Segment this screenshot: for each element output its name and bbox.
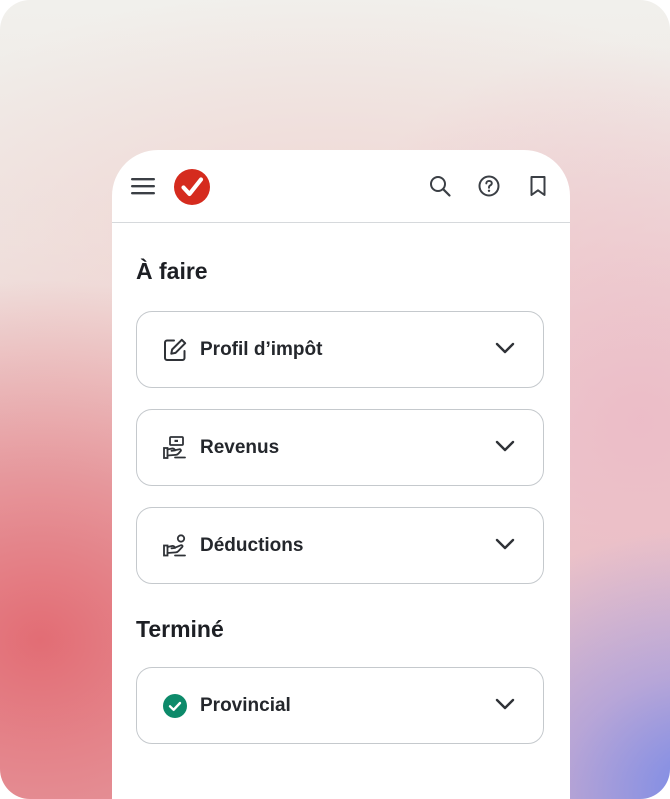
- hand-person-icon: [163, 534, 186, 557]
- phone-screen: À faire Profil d’impôt Revenus Déduction…: [112, 150, 570, 799]
- hand-money-icon: [163, 436, 186, 459]
- chevron-down-icon[interactable]: [495, 697, 515, 711]
- chevron-down-icon[interactable]: [495, 341, 515, 355]
- check-circle-icon: [163, 694, 187, 718]
- help-icon[interactable]: [477, 174, 501, 198]
- todo-item-income[interactable]: Revenus: [136, 409, 544, 486]
- edit-icon: [164, 338, 187, 361]
- hamburger-menu-icon[interactable]: [130, 176, 156, 196]
- bookmark-icon[interactable]: [526, 174, 550, 198]
- top-bar: [112, 150, 570, 223]
- background-frame: À faire Profil d’impôt Revenus Déduction…: [0, 0, 670, 799]
- todo-section-title: À faire: [136, 258, 208, 284]
- todo-item-label: Revenus: [200, 437, 280, 458]
- todo-item-deductions[interactable]: Déductions: [136, 507, 544, 584]
- chevron-down-icon[interactable]: [495, 439, 515, 453]
- todo-item-label: Profil d’impôt: [200, 339, 323, 360]
- done-item-provincial[interactable]: Provincial: [136, 667, 544, 744]
- done-item-label: Provincial: [200, 695, 291, 716]
- chevron-down-icon[interactable]: [495, 537, 515, 551]
- search-icon[interactable]: [428, 174, 452, 198]
- checkmark-logo-icon[interactable]: [174, 169, 210, 205]
- todo-item-tax-profile[interactable]: Profil d’impôt: [136, 311, 544, 388]
- done-section-title: Terminé: [136, 616, 224, 642]
- todo-item-label: Déductions: [200, 535, 304, 556]
